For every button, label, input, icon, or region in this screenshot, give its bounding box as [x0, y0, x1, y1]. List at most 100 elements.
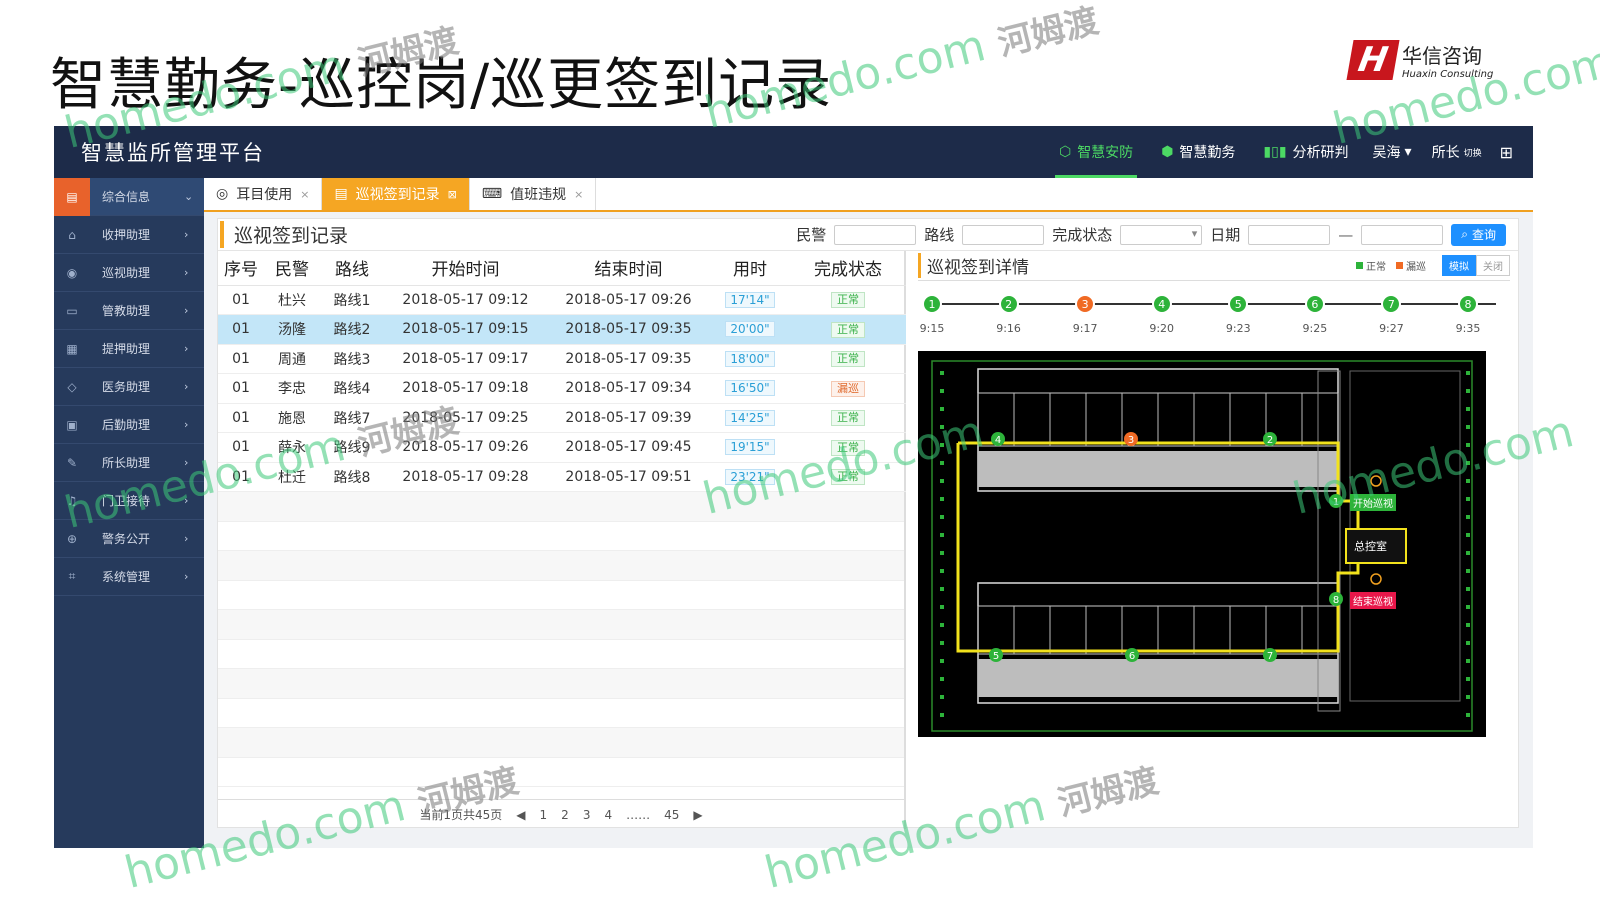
sidebar-item-custody[interactable]: ⌂ 收押助理 ›: [54, 216, 204, 254]
table-row[interactable]: 01 施恩 路线7 2018-05-17 09:25 2018-05-17 09:39 1…: [218, 403, 906, 433]
next-page-icon[interactable]: ▶: [693, 808, 702, 822]
pen-icon: ✎: [66, 455, 78, 470]
checkpoint-node[interactable]: 6: [1304, 294, 1325, 314]
sidebar-item-patrol[interactable]: ◉ 巡视助理 ›: [54, 254, 204, 292]
table-row[interactable]: 01 杜兴 路线1 2018-05-17 09:12 2018-05-17 09:26 1…: [218, 285, 906, 315]
brand-name: 华信咨询: [1402, 44, 1482, 68]
police-input[interactable]: [834, 224, 917, 245]
apps-grid-icon[interactable]: ⊞: [1500, 143, 1513, 162]
close-simulation-button[interactable]: 关闭: [1476, 255, 1510, 276]
top-bar: 智慧监所管理平台 ⬡ 智慧安防 ⬢ 智慧勤务 ▮▯▮ 分析研判 吴海 ▾ 所长 …: [54, 126, 1533, 178]
role-switch[interactable]: 所长 切换: [1422, 142, 1492, 162]
date-start-input[interactable]: [1248, 224, 1331, 245]
col-end[interactable]: 结束时间: [547, 251, 710, 286]
chevron-right-icon: ›: [184, 418, 189, 431]
page-link[interactable]: 1: [540, 808, 548, 822]
checkpoint-node[interactable]: 8: [1458, 294, 1478, 314]
table-row[interactable]: 01 周通 路线3 2018-05-17 09:17 2018-05-17 09:35 1…: [218, 344, 906, 374]
col-start[interactable]: 开始时间: [384, 251, 547, 286]
nav-smart-security[interactable]: ⬡ 智慧安防: [1045, 126, 1147, 178]
svg-text:1: 1: [1333, 497, 1339, 508]
top-nav: ⬡ 智慧安防 ⬢ 智慧勤务 ▮▯▮ 分析研判 吴海 ▾ 所长 切换 ⊞: [1045, 126, 1533, 178]
svg-text:5: 5: [993, 651, 999, 662]
checkpoint-node[interactable]: 1: [922, 294, 942, 314]
status-filter-label: 完成状态: [1052, 226, 1113, 244]
tab-label: 巡视签到记录: [355, 187, 440, 203]
checkpoint-node[interactable]: 2: [998, 294, 1019, 314]
col-route[interactable]: 路线: [320, 251, 384, 286]
tab-informant[interactable]: ◎ 耳目使用 ×: [204, 178, 323, 210]
duration-badge: 18'00": [725, 350, 775, 367]
col-no[interactable]: 序号: [218, 251, 264, 286]
col-duration[interactable]: 用时: [710, 251, 790, 286]
checkpoint-time: 9:16: [996, 322, 1021, 335]
table-row[interactable]: 01 杜迁 路线8 2018-05-17 09:28 2018-05-17 09:51 2…: [218, 462, 906, 492]
checkpoint-time: 9:17: [1072, 322, 1098, 335]
duration-badge: 19'15": [725, 439, 775, 456]
sidebar-item-system[interactable]: ⌗ 系统管理 ›: [54, 558, 204, 596]
col-officer[interactable]: 民警: [264, 251, 320, 286]
legend: 正常 漏巡 模拟 关闭: [1356, 255, 1510, 276]
nav-analysis[interactable]: ▮▯▮ 分析研判: [1249, 126, 1362, 178]
close-icon[interactable]: ×: [300, 188, 309, 201]
col-status[interactable]: 完成状态: [790, 251, 906, 286]
page-link[interactable]: 4: [604, 808, 612, 822]
table-row[interactable]: 01 李忠 路线4 2018-05-17 09:18 2018-05-17 09:34 1…: [218, 373, 906, 404]
svg-text:4: 4: [995, 435, 1001, 446]
page-link[interactable]: 2: [561, 808, 569, 822]
query-button[interactable]: ⌕ 查询: [1451, 223, 1506, 246]
page-link-last[interactable]: 45: [664, 808, 679, 822]
sidebar-item-reception[interactable]: ♫ 门卫接待 ›: [54, 482, 204, 520]
cell-duration: 17'14": [710, 285, 790, 315]
date-filter-label: 日期: [1210, 226, 1241, 244]
sidebar-item-general-info[interactable]: ▤ 综合信息 ⌄: [54, 177, 204, 216]
tab-duty-violation[interactable]: ⌨ 值班违规 ×: [470, 178, 597, 210]
sidebar-item-label: 警务公开: [102, 532, 151, 546]
user-menu[interactable]: 吴海 ▾: [1363, 142, 1422, 162]
sidebar-item-label: 所长助理: [102, 456, 151, 470]
prev-page-icon[interactable]: ◀: [516, 808, 525, 822]
tab-patrol-records[interactable]: ▤ 巡视签到记录 ⊠: [322, 178, 470, 210]
route-input[interactable]: [962, 224, 1045, 245]
sidebar-item-logistics[interactable]: ▣ 后勤助理 ›: [54, 406, 204, 444]
checkpoint-node[interactable]: 3: [1075, 294, 1096, 314]
date-end-input[interactable]: [1361, 224, 1444, 245]
table-row[interactable]: 01 薛永 路线9 2018-05-17 09:26 2018-05-17 09:45 1…: [218, 432, 906, 463]
chevron-right-icon: ›: [184, 304, 189, 317]
sidebar-item-discipline[interactable]: ▭ 管教助理 ›: [54, 292, 204, 330]
empty-row: [218, 610, 904, 640]
checkpoint-time: 9:15: [919, 322, 945, 335]
page-link[interactable]: 3: [583, 808, 591, 822]
sidebar-item-public-affairs[interactable]: ⊕ 警务公开 ›: [54, 520, 204, 558]
status-select[interactable]: [1120, 224, 1203, 245]
cell-officer: 杜迁: [264, 462, 320, 492]
simulate-button[interactable]: 模拟: [1442, 255, 1476, 276]
legend-missed-label: 漏巡: [1406, 262, 1426, 273]
clipboard-icon: ▦: [66, 341, 78, 356]
close-icon[interactable]: ⊠: [448, 188, 457, 201]
close-icon[interactable]: ×: [574, 188, 583, 201]
checkpoint-node[interactable]: 4: [1151, 294, 1172, 314]
cell-start: 2018-05-17 09:15: [384, 314, 547, 345]
sidebar-item-medical[interactable]: ◇ 医务助理 ›: [54, 368, 204, 406]
list-icon: ▤: [334, 186, 348, 202]
checkpoint-node[interactable]: 5: [1228, 294, 1249, 314]
sidebar-item-label: 综合信息: [102, 190, 151, 204]
route-filter-label: 路线: [924, 226, 955, 244]
content-panel: 巡视签到记录 民警 路线 完成状态 日期 — ⌕ 查询: [217, 218, 1519, 829]
cell-end: 2018-05-17 09:51: [547, 462, 710, 492]
sidebar-item-escort[interactable]: ▦ 提押助理 ›: [54, 330, 204, 368]
table-row[interactable]: 01 汤隆 路线2 2018-05-17 09:15 2018-05-17 09:35 2…: [218, 314, 906, 345]
nav-smart-duty[interactable]: ⬢ 智慧勤务: [1147, 126, 1249, 178]
checkpoint-node[interactable]: 7: [1381, 294, 1402, 314]
sidebar-item-label: 医务助理: [102, 380, 151, 394]
checkpoint-time: 9:20: [1149, 322, 1175, 335]
keyboard-icon: ⌨: [481, 186, 503, 202]
sidebar-item-director[interactable]: ✎ 所长助理 ›: [54, 444, 204, 482]
shield-icon: ⬡: [1058, 144, 1072, 160]
page-title: 巡视签到记录: [220, 221, 348, 248]
user-name: 吴海: [1372, 145, 1401, 161]
cell-start: 2018-05-17 09:25: [384, 403, 547, 433]
cell-officer: 汤隆: [264, 314, 320, 345]
sidebar-item-label: 门卫接待: [102, 494, 151, 508]
